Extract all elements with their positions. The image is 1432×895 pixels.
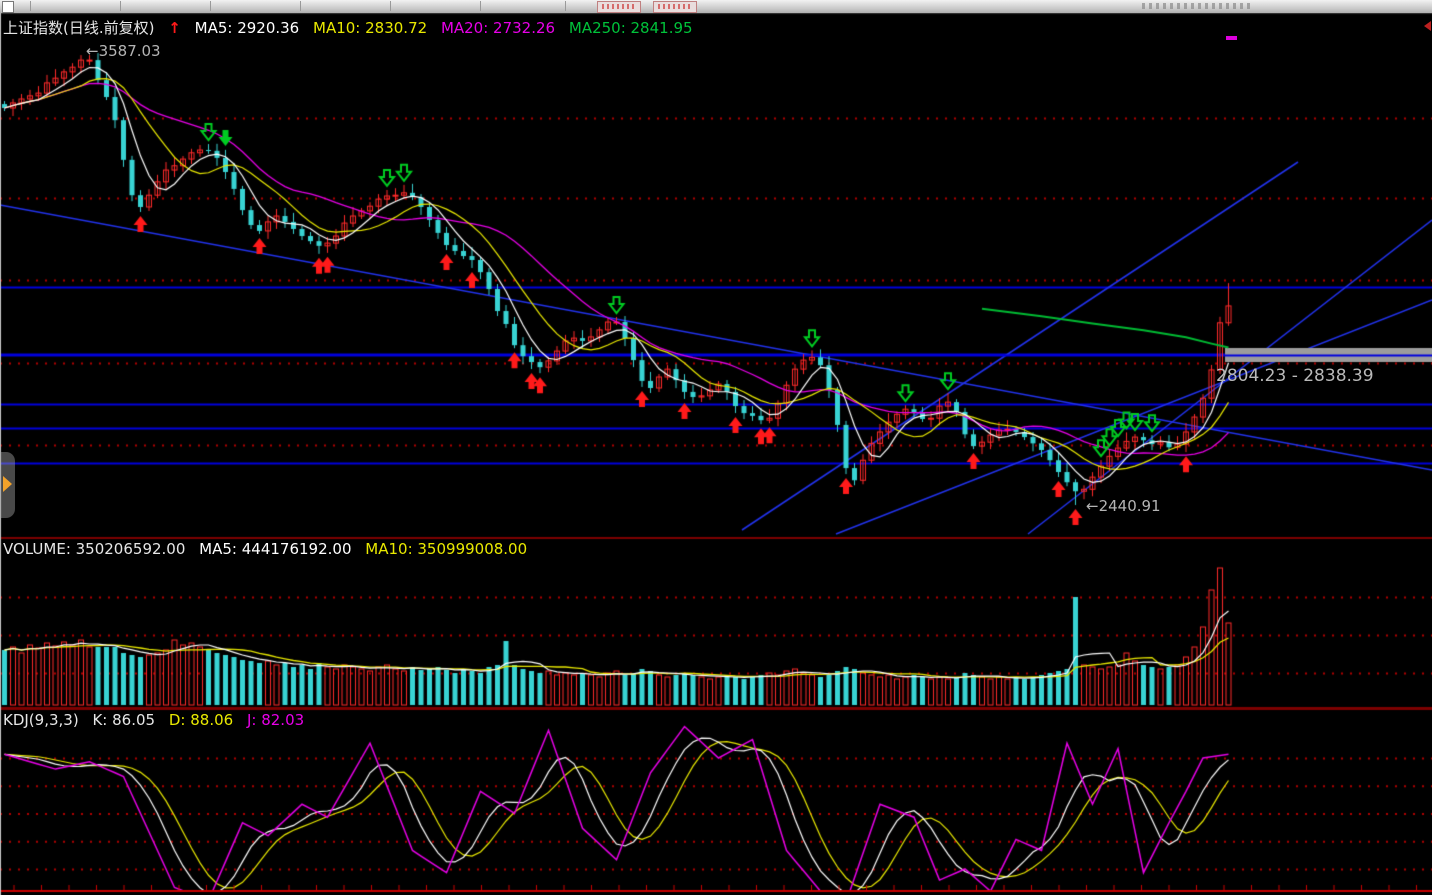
toolbar-separator <box>565 1 566 11</box>
expand-arrow-icon <box>3 476 12 492</box>
sidebar-expand-handle[interactable] <box>0 452 15 518</box>
toolbar-separator <box>120 1 121 11</box>
toolbar-button[interactable] <box>597 1 641 13</box>
toolbar-separator <box>210 1 211 11</box>
toolbar-strip[interactable] <box>0 0 1432 14</box>
corner-arrow-icon <box>1424 21 1431 31</box>
magenta-tick-mark <box>1226 36 1237 40</box>
toolbar-separator <box>30 1 31 11</box>
toolbar-text-remnant <box>1142 3 1252 9</box>
trading-app-window: 上证指数(日线.前复权) ↑ MA5: 2920.36 MA10: 2830.7… <box>0 0 1432 895</box>
chart-canvas[interactable] <box>0 13 1432 895</box>
toolbar-separator <box>390 1 391 11</box>
toolbar-separator <box>300 1 301 11</box>
toolbar-button[interactable] <box>653 1 697 13</box>
toolbar-separator <box>480 1 481 11</box>
window-menu-icon[interactable] <box>2 1 14 13</box>
